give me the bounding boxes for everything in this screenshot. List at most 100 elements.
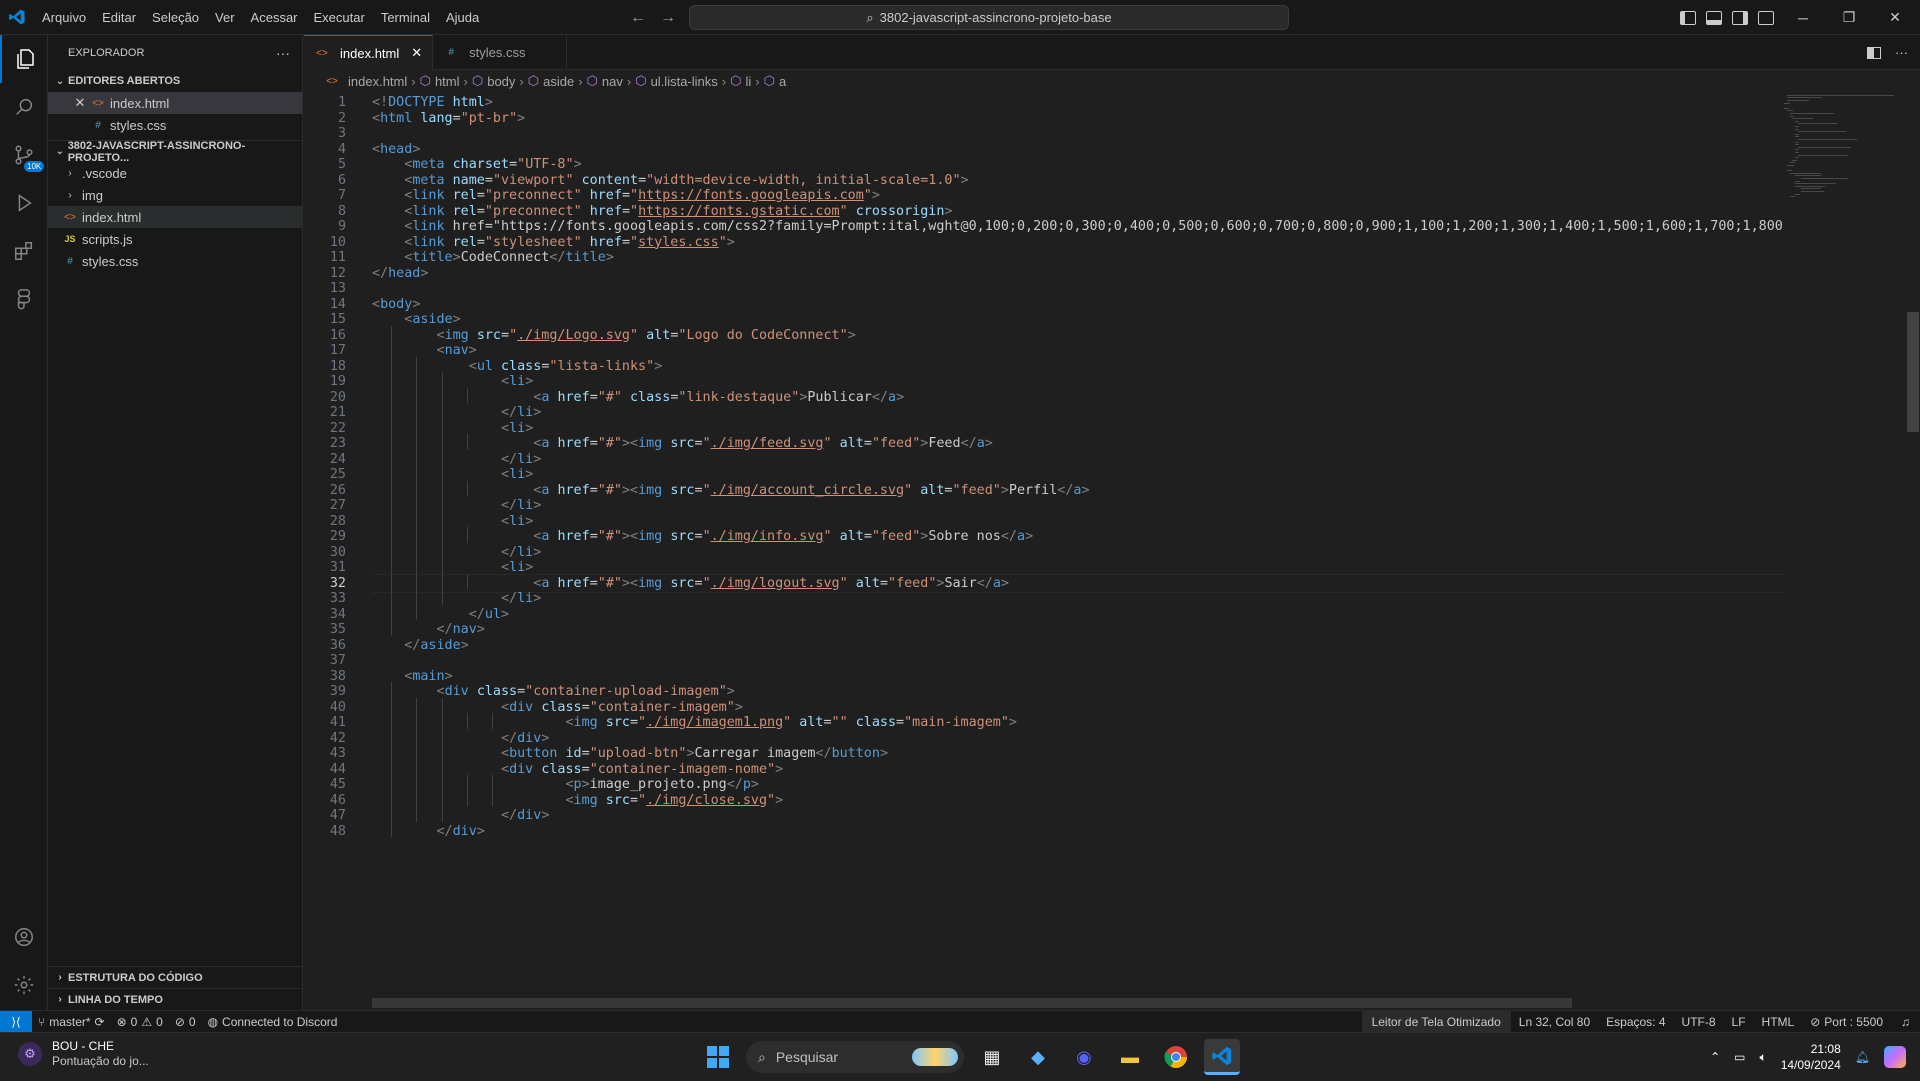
code-line[interactable]: <nav> (372, 343, 477, 358)
eol-status[interactable]: LF (1724, 1015, 1754, 1029)
open-editor-item[interactable]: # styles.css (48, 114, 302, 136)
restore-icon[interactable]: ❐ (1826, 9, 1872, 26)
code-line[interactable]: <li> (372, 467, 533, 482)
more-actions-icon[interactable]: ··· (1895, 45, 1908, 60)
code-line[interactable]: <img src="./img/imagem1.png" alt="" clas… (372, 715, 1017, 730)
code-line[interactable]: </nav> (372, 622, 485, 637)
code-line[interactable]: </li> (372, 452, 541, 467)
tab-styles-css[interactable]: # styles.css (433, 35, 567, 70)
code-line[interactable]: <div class="container-upload-imagem"> (372, 684, 735, 699)
code-line[interactable]: <a href="#"><img src="./img/logout.svg" … (372, 576, 1009, 591)
widget-game[interactable]: ⚙ BOU - CHE Pontuação do jo... (18, 1039, 149, 1069)
clock-date[interactable]: 14/09/2024 (1781, 1057, 1841, 1073)
code-line[interactable]: <button id="upload-btn">Carregar imagem<… (372, 746, 888, 761)
toggle-secondary-sidebar-icon[interactable] (1732, 10, 1748, 25)
tree-folder-item[interactable]: › .vscode (48, 162, 302, 184)
discord-icon[interactable]: ◉ (1066, 1039, 1102, 1075)
network-icon[interactable]: ▭ (1734, 1050, 1745, 1064)
file-explorer-icon[interactable]: ▬ (1112, 1039, 1148, 1075)
run-debug-icon[interactable] (0, 179, 48, 227)
menu-executar[interactable]: Executar (306, 0, 373, 35)
indentation-status[interactable]: Espaços: 4 (1598, 1015, 1673, 1029)
settings-gear-icon[interactable] (0, 961, 48, 1009)
volume-icon[interactable]: 🔈︎ (1760, 1050, 1767, 1065)
code-line[interactable]: <img src="./img/close.svg"> (372, 793, 783, 808)
code-line[interactable]: <!DOCTYPE html> (372, 95, 493, 110)
back-arrow-icon[interactable]: ← (630, 9, 646, 27)
tree-folder-item[interactable]: › img (48, 184, 302, 206)
code-line[interactable]: <meta charset="UTF-8"> (372, 157, 581, 172)
breadcrumb-item[interactable]: a (779, 74, 786, 89)
tab-index-html[interactable]: <> index.html ✕ (304, 35, 434, 70)
command-center-search[interactable]: ⌕ 3802-javascript-assincrono-projeto-bas… (689, 5, 1289, 30)
code-line[interactable]: <aside> (372, 312, 460, 327)
close-icon[interactable]: ✕ (1872, 9, 1918, 26)
code-line[interactable]: </div> (372, 824, 485, 839)
code-line[interactable]: <html lang="pt-br"> (372, 111, 525, 126)
language-mode[interactable]: HTML (1754, 1015, 1803, 1029)
code-line[interactable]: <div class="container-imagem"> (372, 700, 743, 715)
breadcrumb-item[interactable]: li (745, 74, 751, 89)
chevron-up-icon[interactable]: ⌃ (1710, 1050, 1720, 1064)
code-line[interactable]: <p>image_projeto.png</p> (372, 777, 759, 792)
code-line[interactable]: <a href="#"><img src="./img/info.svg" al… (372, 529, 1033, 544)
outline-section[interactable]: › ESTRUTURA DO CÓDIGO (48, 966, 303, 988)
horizontal-scrollbar[interactable] (372, 998, 1572, 1008)
code-line[interactable]: <link rel="preconnect" href="https://fon… (372, 188, 880, 203)
close-tab-icon[interactable]: ✕ (411, 45, 422, 61)
remote-icon[interactable]: ⟩⟨ (0, 1010, 32, 1033)
breadcrumb-item[interactable]: aside (543, 74, 574, 89)
cursor-position[interactable]: Ln 32, Col 80 (1511, 1015, 1598, 1029)
menu-ajuda[interactable]: Ajuda (438, 0, 487, 35)
code-line[interactable]: <a href="#"><img src="./img/feed.svg" al… (372, 436, 993, 451)
branch-status[interactable]: ⑂ master* ⟳ (32, 1015, 111, 1029)
chrome-icon[interactable] (1158, 1039, 1194, 1075)
breadcrumb-item[interactable]: nav (602, 74, 623, 89)
microsoft-store-icon[interactable]: ▦ (974, 1039, 1010, 1075)
timeline-section[interactable]: › LINHA DO TEMPO (48, 988, 303, 1010)
breadcrumb-item[interactable]: html (435, 74, 460, 89)
source-control-icon[interactable]: 10K (0, 131, 48, 179)
menu-selecao[interactable]: Seleção (144, 0, 207, 35)
code-line[interactable]: <body> (372, 297, 420, 312)
vertical-scrollbar[interactable] (1906, 94, 1920, 1000)
customize-layout-icon[interactable] (1758, 10, 1774, 25)
search-icon[interactable] (0, 83, 48, 131)
encoding-status[interactable]: UTF-8 (1674, 1015, 1724, 1029)
code-line[interactable]: </head> (372, 266, 428, 281)
clock-time[interactable]: 21:08 (1781, 1041, 1841, 1057)
tree-file-item[interactable]: JS scripts.js (48, 228, 302, 250)
ports-status[interactable]: ⊘ 0 (169, 1015, 202, 1029)
split-editor-icon[interactable] (1867, 46, 1881, 59)
breadcrumb-item[interactable]: body (487, 74, 515, 89)
code-line[interactable]: <a href="#"><img src="./img/account_circ… (372, 483, 1089, 498)
menu-ver[interactable]: Ver (207, 0, 243, 35)
code-line[interactable]: <link rel="preconnect" href="https://fon… (372, 204, 952, 219)
code-line[interactable]: <li> (372, 514, 533, 529)
code-line[interactable]: <meta name="viewport" content="width=dev… (372, 173, 968, 188)
code-line[interactable]: <li> (372, 374, 533, 389)
discord-status[interactable]: ◍ Connected to Discord (202, 1015, 344, 1029)
menu-terminal[interactable]: Terminal (373, 0, 438, 35)
more-actions-icon[interactable]: ··· (276, 45, 290, 61)
menu-arquivo[interactable]: Arquivo (34, 0, 94, 35)
code-line[interactable]: </li> (372, 545, 541, 560)
code-line[interactable]: </li> (372, 498, 541, 513)
open-editors-section[interactable]: ⌄ EDITORES ABERTOS (48, 70, 302, 92)
screen-reader-status[interactable]: Leitor de Tela Otimizado (1361, 1011, 1511, 1033)
copilot-icon[interactable]: ◆ (1020, 1039, 1056, 1075)
menu-editar[interactable]: Editar (94, 0, 144, 35)
windows-start-icon[interactable] (700, 1039, 736, 1075)
live-server-status[interactable]: ⊘ Port : 5500 (1802, 1015, 1891, 1029)
code-line[interactable]: </ul> (372, 607, 509, 622)
extensions-icon[interactable] (0, 227, 48, 275)
breadcrumb-item[interactable]: index.html (348, 74, 407, 89)
code-line[interactable]: <title>CodeConnect</title> (372, 250, 614, 265)
tree-file-item[interactable]: <> index.html (48, 206, 302, 228)
problems-status[interactable]: ⊗ 0 ⚠ 0 (111, 1015, 169, 1029)
notifications-bell-icon[interactable]: ♫ (1891, 1015, 1920, 1029)
open-editor-item[interactable]: ✕ <> index.html (48, 92, 302, 114)
figma-icon[interactable] (0, 275, 48, 323)
toggle-primary-sidebar-icon[interactable] (1680, 10, 1696, 25)
code-line[interactable]: <link rel="stylesheet" href="styles.css"… (372, 235, 735, 250)
